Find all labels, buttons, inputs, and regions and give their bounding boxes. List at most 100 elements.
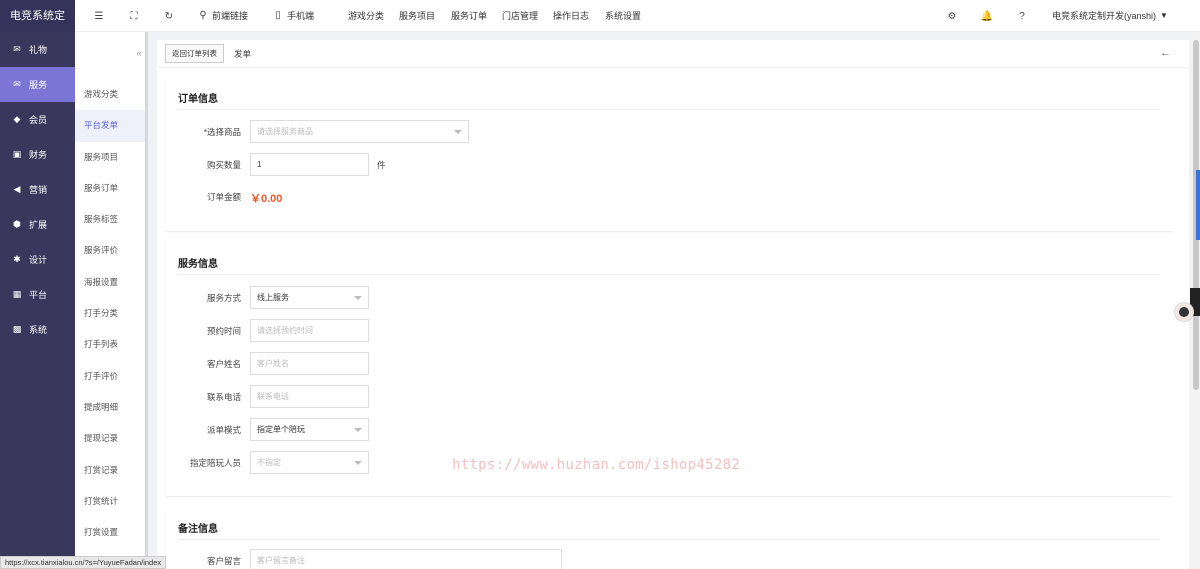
fullscreen-icon[interactable]: ⛶ [128,10,140,22]
quantity-value: 1 [257,160,262,169]
sub-menu-item[interactable]: 服务项目 [75,142,145,173]
sub-menu-item[interactable]: 提现记录 [75,423,145,454]
member-icon: ◆ [13,114,21,124]
avatar-face-icon [1179,307,1189,317]
assigned-player-select[interactable]: 不指定 [250,451,369,474]
chevron-down-icon [354,428,362,432]
divider [178,274,1160,275]
sub-menu-item[interactable]: 打手评价 [75,361,145,392]
order-info-section: 订单信息 *选择商品 请选择服务商品 购买数量 1 件 订单金额 ￥0.00 [166,75,1172,232]
chevron-down-icon: ▼ [1160,11,1168,20]
phone-placeholder: 联系电话 [257,392,289,401]
remark-info-title: 备注信息 [178,524,218,535]
sub-menu-item[interactable]: 海报设置 [75,267,145,298]
back-arrow-icon[interactable]: ← [1160,47,1171,59]
phone-label: 联系电话 [206,391,241,402]
sub-menu-item[interactable]: 服务标签 [75,204,145,235]
bell-icon[interactable]: 🔔 [981,10,993,22]
product-row: *选择商品 请选择服务商品 [166,120,469,143]
customer-name-row: 客户姓名 客户姓名 [166,352,369,375]
sub-menu-item[interactable]: 打赏设置 [75,517,145,548]
settings-icon[interactable]: ⚙ [946,10,958,22]
nav-service-orders[interactable]: 服务订单 [451,0,487,32]
sidebar-item-marketing[interactable]: ◀ 营销 [0,172,75,207]
customer-name-placeholder: 客户姓名 [257,359,289,368]
nav-system-settings[interactable]: 系统设置 [605,0,641,32]
menu-toggle-icon[interactable]: ☰ [93,10,105,22]
sidebar-item-system[interactable]: ▩ 系统 [0,312,75,347]
chevron-down-icon [354,461,362,465]
sub-menu-item[interactable]: 服务评价 [75,235,145,266]
customer-service-avatar[interactable] [1174,302,1194,322]
nav-game-category[interactable]: 游戏分类 [348,0,384,32]
remark-info-section: 备注信息 客户留言 客户留言备注 [166,505,1172,569]
customer-message-input[interactable]: 客户留言备注 [250,549,562,569]
mobile-icon: ▯ [275,10,281,21]
assigned-player-row: 指定陪玩人员 不指定 [166,451,369,474]
sub-menu-item[interactable]: 提成明细 [75,392,145,423]
product-label: *选择商品 [203,126,241,137]
user-menu[interactable]: 电竞系统定制开发(yanshi) ▼ [1052,0,1168,32]
assigned-player-label: 指定陪玩人员 [189,457,241,468]
nav-operation-log[interactable]: 操作日志 [553,0,589,32]
sidebar-item-extend[interactable]: ⬢ 扩展 [0,207,75,242]
sidebar-item-label: 服务 [29,80,48,90]
chevron-down-icon [454,130,462,134]
back-to-orders-button[interactable]: 返回订单列表 [165,44,224,63]
nav-service-items[interactable]: 服务项目 [399,0,435,32]
link-icon: ⚲ [199,10,207,21]
dispatch-mode-row: 派单模式 指定单个陪玩 [166,418,369,441]
gift-icon: ✉ [13,44,21,54]
sub-menu-item[interactable]: 游戏分类 [75,79,145,110]
mobile-button[interactable]: ▯ 手机端 [272,0,314,32]
product-placeholder: 请选择服务商品 [257,127,313,136]
service-mode-row: 服务方式 线上服务 [166,286,369,309]
sidebar-item-finance[interactable]: ▣ 财务 [0,137,75,172]
order-info-title: 订单信息 [178,94,218,105]
sub-menu-item[interactable]: 打赏记录 [75,455,145,486]
customer-message-row: 客户留言 客户留言备注 [166,549,562,569]
nav-store-management[interactable]: 门店管理 [502,0,538,32]
appointment-time-input[interactable]: 请选择预约时间 [250,319,369,342]
dispatch-mode-select[interactable]: 指定单个陪玩 [250,418,369,441]
service-info-title: 服务信息 [178,259,218,270]
divider [178,109,1160,110]
system-icon: ▩ [12,324,22,334]
sub-menu-item[interactable]: 打手分类 [75,298,145,329]
sub-menu-item[interactable]: 打赏统计 [75,486,145,517]
sub-menu-item[interactable]: 服务订单 [75,173,145,204]
quantity-input[interactable]: 1 [250,153,369,176]
sidebar-item-label: 营销 [29,185,48,195]
refresh-icon[interactable]: ↻ [163,10,175,22]
sidebar-item-label: 平台 [29,290,48,300]
amount-row: 订单金额 ￥0.00 [166,186,282,209]
sidebar-item-label: 设计 [29,255,48,265]
sidebar-item-member[interactable]: ◆ 会员 [0,102,75,137]
phone-input[interactable]: 联系电话 [250,385,369,408]
sidebar-menu: ✉ 礼物 ✉ 服务 ◆ 会员 ▣ 财务 ◀ 营销 ⬢ 扩展 ✱ 设计 ▦ 平台 ▩ 系统 [0,32,75,347]
brand-title: 电竞系统定 [0,0,75,32]
sub-menu-item[interactable]: 打手列表 [75,329,145,360]
sidebar-item-design[interactable]: ✱ 设计 [0,242,75,277]
help-icon[interactable]: ? [1016,10,1028,22]
finance-icon: ▣ [12,149,22,159]
quantity-label: 购买数量 [206,159,241,170]
sub-sidebar: 游戏分类 平台发单 服务项目 服务订单 服务标签 服务评价 海报设置 打手分类 打手列表 打手评价… [75,32,145,569]
frontend-link-button[interactable]: ⚲ 前端链接 [197,0,248,32]
service-mode-select[interactable]: 线上服务 [250,286,369,309]
extend-icon: ⬢ [13,219,21,229]
sub-sidebar-scrollbar[interactable] [145,32,148,569]
sidebar-item-gift[interactable]: ✉ 礼物 [0,32,75,67]
phone-row: 联系电话 联系电话 [166,385,369,408]
appointment-time-label: 预约时间 [206,325,241,336]
customer-name-input[interactable]: 客户姓名 [250,352,369,375]
sidebar-item-platform[interactable]: ▦ 平台 [0,277,75,312]
sidebar-item-service[interactable]: ✉ 服务 [0,67,75,102]
sidebar-item-label: 礼物 [29,45,48,55]
product-select[interactable]: 请选择服务商品 [250,120,469,143]
sub-menu: 游戏分类 平台发单 服务项目 服务订单 服务标签 服务评价 海报设置 打手分类 打手列表 打手评价… [75,32,145,548]
platform-icon: ▦ [12,289,22,299]
collapse-sidebar-icon[interactable]: « [133,48,145,62]
side-tab[interactable] [1196,170,1200,240]
sub-menu-item[interactable]: 平台发单 [75,110,145,142]
